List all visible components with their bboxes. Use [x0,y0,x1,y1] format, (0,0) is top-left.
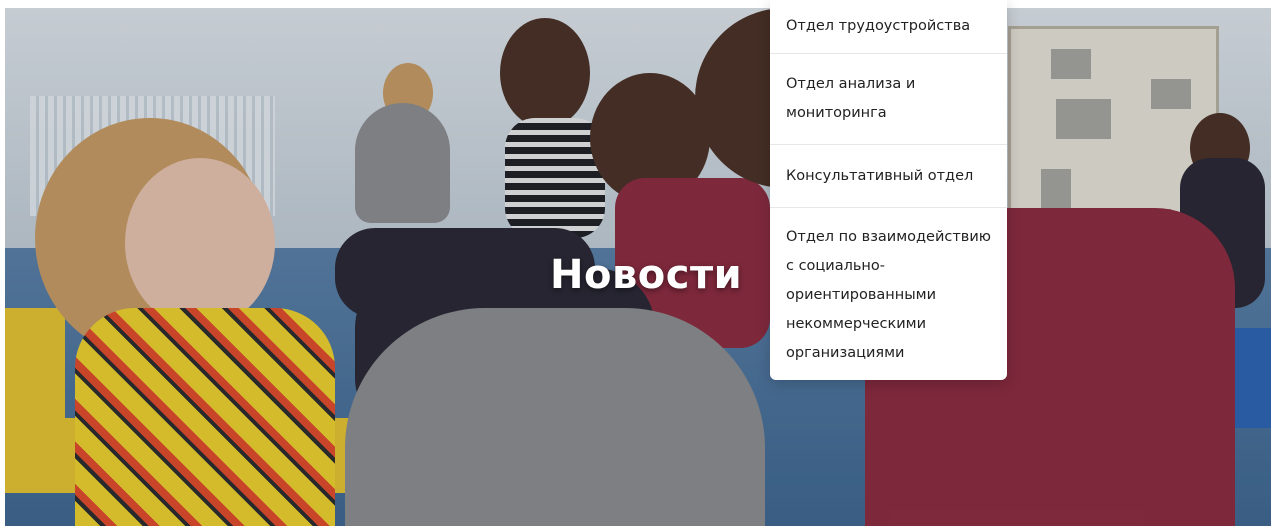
menu-item-employment-department[interactable]: Отдел трудоустройства [770,0,1007,54]
dropdown-menu: Отдел трудоустройства Отдел анализа и мо… [770,0,1007,380]
page-title: Новости [550,252,743,298]
menu-item-nonprofit-interaction-department[interactable]: Отдел по взаимодействию с социально-орие… [770,208,1007,380]
hero-banner: Новости [5,8,1271,526]
menu-item-analysis-monitoring-department[interactable]: Отдел анализа и мониторинга [770,54,1007,145]
menu-item-consulting-department[interactable]: Консультативный отдел [770,145,1007,208]
